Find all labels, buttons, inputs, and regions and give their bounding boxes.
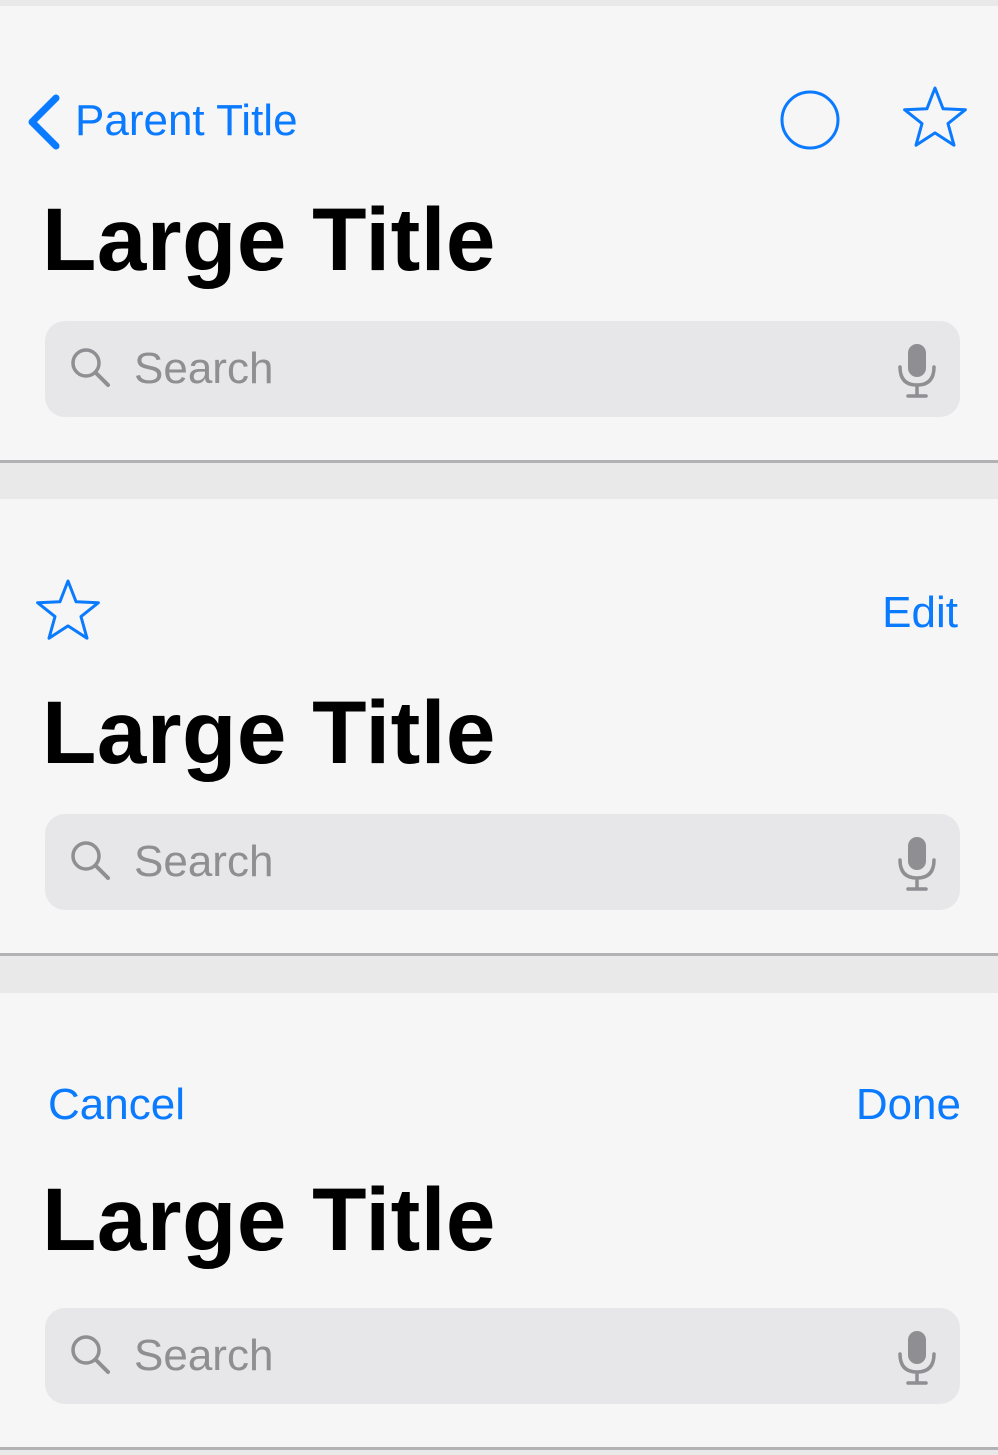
navigation-bar-with-cancel-done: Cancel Done Large Title Search bbox=[0, 993, 998, 1450]
search-icon bbox=[71, 1335, 110, 1374]
large-title: Large Title bbox=[42, 1169, 496, 1269]
chevron-left-icon bbox=[28, 94, 60, 150]
search-field[interactable]: Search bbox=[45, 814, 960, 910]
large-title: Large Title bbox=[42, 189, 496, 289]
navigation-bar-with-edit: Edit Large Title Search bbox=[0, 499, 998, 956]
cancel-button[interactable]: Cancel bbox=[48, 1080, 185, 1130]
mic-icon[interactable] bbox=[896, 341, 938, 399]
edit-button[interactable]: Edit bbox=[882, 588, 958, 638]
done-button[interactable]: Done bbox=[856, 1080, 961, 1130]
search-placeholder: Search bbox=[134, 1331, 274, 1380]
star-icon[interactable] bbox=[900, 84, 970, 152]
search-placeholder: Search bbox=[134, 344, 274, 393]
circle-icon[interactable] bbox=[778, 88, 842, 152]
search-field[interactable]: Search bbox=[45, 321, 960, 417]
back-button[interactable]: Parent Title bbox=[22, 88, 302, 154]
mic-icon[interactable] bbox=[896, 834, 938, 892]
large-title: Large Title bbox=[42, 682, 496, 782]
search-placeholder: Search bbox=[134, 837, 274, 886]
star-icon[interactable] bbox=[33, 577, 103, 645]
search-icon bbox=[71, 348, 110, 387]
search-field[interactable]: Search bbox=[45, 1308, 960, 1404]
mic-icon[interactable] bbox=[896, 1328, 938, 1386]
navigation-bar-with-back: Parent Title Large Title Search bbox=[0, 6, 998, 463]
search-icon bbox=[71, 841, 110, 880]
back-button-label: Parent Title bbox=[75, 96, 298, 145]
